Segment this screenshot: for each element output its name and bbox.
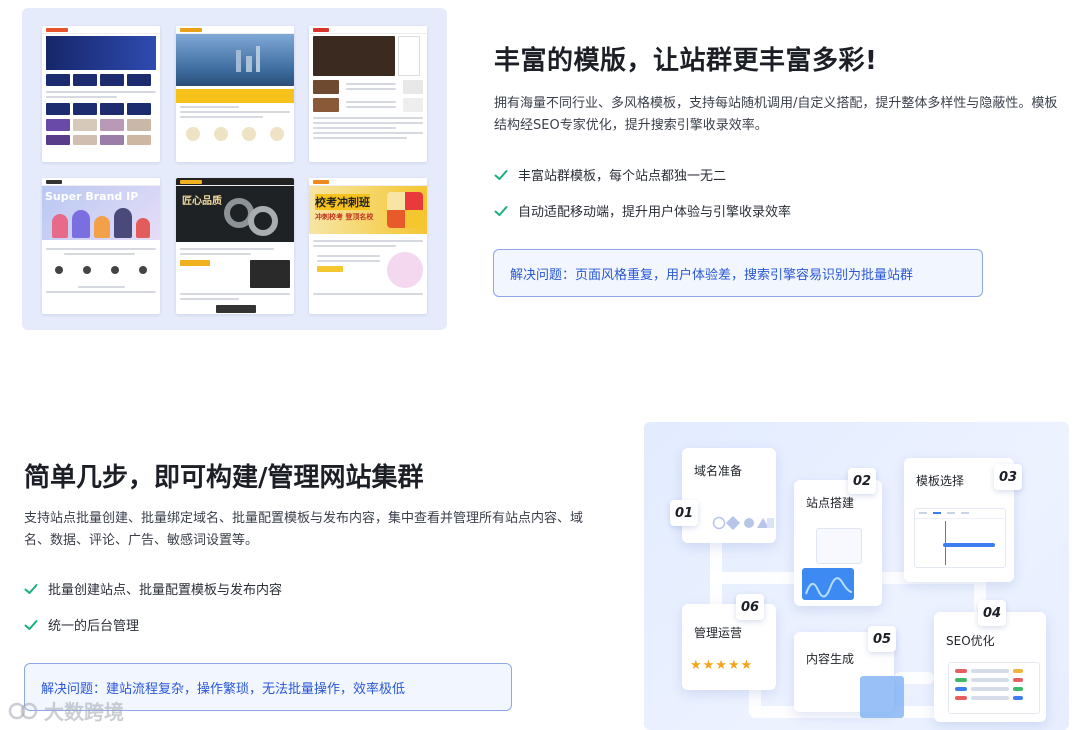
template-thumbnail-3 bbox=[309, 26, 427, 162]
step-label: 模板选择 bbox=[916, 474, 965, 488]
template-thumbnail-4: Super Brand IP bbox=[42, 178, 160, 314]
watermark: 大数跨境 bbox=[8, 696, 124, 725]
domain-shapes-icon bbox=[712, 516, 774, 530]
wave-chart-icon bbox=[805, 577, 853, 598]
step-label: SEO优化 bbox=[946, 634, 995, 648]
thumbnail-subheading-text: 冲刺校考 登顶名校 bbox=[315, 213, 374, 221]
thumbnail-banner-text: Super Brand IP bbox=[45, 190, 139, 203]
check-icon bbox=[494, 169, 508, 180]
step-number: 06 bbox=[736, 594, 764, 620]
problem-solved-text: 解决问题：页面风格重复，用户体验差，搜索引擎容易识别为批量站群 bbox=[510, 267, 914, 283]
template-thumbnail-1 bbox=[42, 26, 160, 162]
step-card-domain: 域名准备 bbox=[682, 448, 776, 543]
step-label: 站点搭建 bbox=[806, 496, 855, 510]
template-thumbnail-5: 匠心品质 bbox=[176, 178, 294, 314]
watermark-logo-icon bbox=[8, 702, 38, 719]
template-gallery-panel: Super Brand IP 匠心品质 校考冲刺班 冲刺校考 登顶名校 bbox=[22, 8, 447, 330]
thumbnail-heading-text: 校考冲刺班 bbox=[315, 194, 370, 210]
feature-label: 丰富站群模板，每个站点都独一无二 bbox=[518, 169, 727, 184]
step-label: 管理运营 bbox=[694, 626, 743, 640]
section-title-templates: 丰富的模版，让站群更丰富多彩! bbox=[494, 46, 878, 76]
step-number: 05 bbox=[868, 626, 896, 652]
check-icon bbox=[24, 583, 38, 594]
step-label: 内容生成 bbox=[806, 652, 855, 666]
step-number: 02 bbox=[848, 468, 876, 494]
section-description-templates: 拥有海量不同行业、多风格模板，支持每站随机调用/自定义搭配，提升整体多样性与隐蔽… bbox=[494, 96, 1058, 133]
feature-item: 统一的后台管理 bbox=[24, 615, 139, 634]
template-thumbnail-6: 校考冲刺班 冲刺校考 登顶名校 bbox=[309, 178, 427, 314]
check-icon bbox=[24, 619, 38, 630]
feature-label: 自动适配移动端，提升用户体验与引擎收录效率 bbox=[518, 205, 792, 220]
problem-solved-callout: 解决问题：页面风格重复，用户体验差，搜索引擎容易识别为批量站群 bbox=[493, 249, 983, 297]
step-number: 03 bbox=[994, 464, 1022, 490]
step-card-site: 站点搭建 bbox=[794, 480, 882, 606]
feature-label: 批量创建站点、批量配置模板与发布内容 bbox=[48, 583, 283, 598]
watermark-text: 大数跨境 bbox=[44, 700, 124, 724]
rating-stars: ★★★★★ bbox=[690, 658, 754, 673]
template-thumbnail-2 bbox=[176, 26, 294, 162]
step-label: 域名准备 bbox=[694, 464, 743, 478]
feature-item: 丰富站群模板，每个站点都独一无二 bbox=[494, 165, 726, 184]
feature-item: 批量创建站点、批量配置模板与发布内容 bbox=[24, 579, 282, 598]
problem-solved-text: 解决问题：建站流程复杂，操作繁琐，无法批量操作，效率极低 bbox=[41, 681, 406, 697]
feature-label: 统一的后台管理 bbox=[48, 619, 140, 634]
check-icon bbox=[494, 205, 508, 216]
feature-item: 自动适配移动端，提升用户体验与引擎收录效率 bbox=[494, 201, 791, 220]
thumbnail-heading-text: 匠心品质 bbox=[182, 196, 222, 207]
step-number: 04 bbox=[978, 600, 1006, 626]
section-description-build: 支持站点批量创建、批量绑定域名、批量配置模板与发布内容，集中查看并管理所有站点内… bbox=[24, 511, 584, 548]
step-number: 01 bbox=[670, 500, 698, 526]
workflow-illustration: 域名准备 01 站点搭建 02 模板选择 03 管理运营 ★★★★★ 06 内容… bbox=[644, 422, 1069, 730]
section-title-build: 简单几步，即可构建/管理网站集群 bbox=[24, 463, 424, 493]
step-card-seo: SEO优化 bbox=[934, 612, 1046, 722]
